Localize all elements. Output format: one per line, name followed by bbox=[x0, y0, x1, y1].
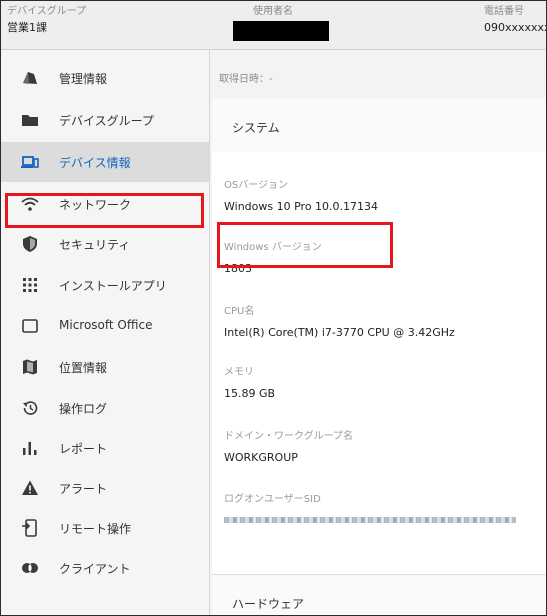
device-group-value: 営業1課 bbox=[7, 21, 47, 34]
field-label: ドメイン・ワークグループ名 bbox=[224, 431, 353, 442]
device-group-info: デバイスグループ 営業1課 bbox=[7, 5, 86, 37]
bar-chart-icon bbox=[21, 439, 39, 457]
sidebar-item-admin-info[interactable]: 管理情報 bbox=[1, 58, 209, 98]
sidebar-item-client[interactable]: クライアント bbox=[1, 548, 209, 588]
system-section-title: システム bbox=[232, 121, 280, 135]
user-info: 使用者名 bbox=[233, 5, 329, 45]
field-domain-workgroup: ドメイン・ワークグループ名 WORKGROUP bbox=[224, 430, 353, 465]
folder-icon bbox=[21, 111, 39, 129]
fetched-datetime: 取得日時：- bbox=[219, 74, 273, 85]
sidebar-item-operation-log[interactable]: 操作ログ bbox=[1, 388, 209, 428]
sidebar-item-label: セキュリティ bbox=[59, 238, 131, 252]
sidebar-item-alert[interactable]: アラート bbox=[1, 468, 209, 508]
field-value: WORKGROUP bbox=[224, 451, 298, 464]
client-icon bbox=[21, 559, 39, 577]
sidebar-item-label: アラート bbox=[59, 482, 108, 496]
map-icon bbox=[21, 358, 39, 376]
sidebar-item-microsoft-office[interactable]: Microsoft Office bbox=[1, 306, 209, 346]
warning-icon bbox=[21, 479, 39, 497]
field-label: メモリ bbox=[224, 367, 254, 378]
sidebar-item-installed-apps[interactable]: インストールアプリ bbox=[1, 265, 209, 305]
system-section-header[interactable]: システム bbox=[212, 98, 546, 153]
field-value: Windows 10 Pro 10.0.17134 bbox=[224, 200, 379, 213]
sidebar-item-remote-operation[interactable]: リモート操作 bbox=[1, 508, 209, 548]
sidebar-item-security[interactable]: セキュリティ bbox=[1, 224, 209, 264]
sidebar-item-label: 位置情報 bbox=[59, 361, 108, 375]
apps-grid-icon bbox=[21, 276, 39, 294]
devices-icon bbox=[21, 153, 39, 171]
sidebar-item-label: 管理情報 bbox=[59, 72, 108, 86]
field-memory: メモリ 15.89 GB bbox=[224, 366, 275, 401]
sidebar-item-label: クライアント bbox=[59, 562, 131, 576]
sid-blurred-value bbox=[224, 517, 516, 523]
remote-icon bbox=[21, 519, 39, 537]
phone-info: 電話番号 090xxxxxxxx bbox=[484, 5, 546, 37]
sidebar-item-label: Microsoft Office bbox=[59, 318, 153, 332]
admin-info-icon bbox=[21, 69, 39, 87]
sidebar-item-label: レポート bbox=[59, 442, 108, 456]
field-os-version: OSバージョン Windows 10 Pro 10.0.17134 bbox=[224, 179, 378, 214]
device-info-highlight-box bbox=[5, 193, 204, 228]
sidebar-item-label: 操作ログ bbox=[59, 402, 108, 416]
sidebar-item-location[interactable]: 位置情報 bbox=[1, 347, 209, 387]
user-name-redacted bbox=[233, 21, 329, 41]
sidebar-item-label: リモート操作 bbox=[59, 522, 132, 536]
sidebar: 管理情報 デバイスグループ デバイス情報 ネットワーク セキュリティ インストー… bbox=[1, 50, 210, 615]
device-header: デバイスグループ 営業1課 使用者名 電話番号 090xxxxxxxx bbox=[1, 1, 546, 50]
main-content: 取得日時：- システム OSバージョン Windows 10 Pro 10.0.… bbox=[210, 50, 546, 615]
sidebar-item-device-group[interactable]: デバイスグループ bbox=[1, 100, 209, 140]
sidebar-item-label: デバイス情報 bbox=[59, 156, 131, 170]
os-version-highlight-box bbox=[217, 222, 393, 268]
field-label: ログオンユーザーSID bbox=[224, 494, 321, 505]
shield-icon bbox=[21, 235, 39, 253]
field-label: OSバージョン bbox=[224, 180, 289, 191]
hardware-section-title: ハードウェア bbox=[232, 597, 305, 611]
device-group-label: デバイスグループ bbox=[7, 6, 87, 17]
user-name-label: 使用者名 bbox=[253, 6, 293, 17]
field-label: CPU名 bbox=[224, 306, 255, 317]
window-icon bbox=[21, 317, 39, 335]
sidebar-item-label: デバイスグループ bbox=[59, 114, 154, 128]
sidebar-item-label: インストールアプリ bbox=[59, 279, 167, 293]
field-value: 15.89 GB bbox=[224, 387, 276, 400]
field-logon-user-sid: ログオンユーザーSID bbox=[224, 493, 516, 527]
system-details-panel: OSバージョン Windows 10 Pro 10.0.17134 Window… bbox=[212, 152, 546, 574]
sidebar-item-device-info[interactable]: デバイス情報 bbox=[1, 142, 209, 182]
field-cpu-name: CPU名 Intel(R) Core(TM) i7-3770 CPU @ 3.4… bbox=[224, 305, 455, 340]
app-window: デバイスグループ 営業1課 使用者名 電話番号 090xxxxxxxx 管理情報… bbox=[0, 0, 547, 616]
field-value: Intel(R) Core(TM) i7-3770 CPU @ 3.42GHz bbox=[224, 326, 455, 339]
hardware-section-header[interactable]: ハードウェア bbox=[212, 574, 546, 615]
sidebar-item-report[interactable]: レポート bbox=[1, 428, 209, 468]
phone-label: 電話番号 bbox=[484, 6, 524, 17]
phone-value: 090xxxxxxxx bbox=[484, 21, 546, 34]
history-icon bbox=[21, 399, 39, 417]
